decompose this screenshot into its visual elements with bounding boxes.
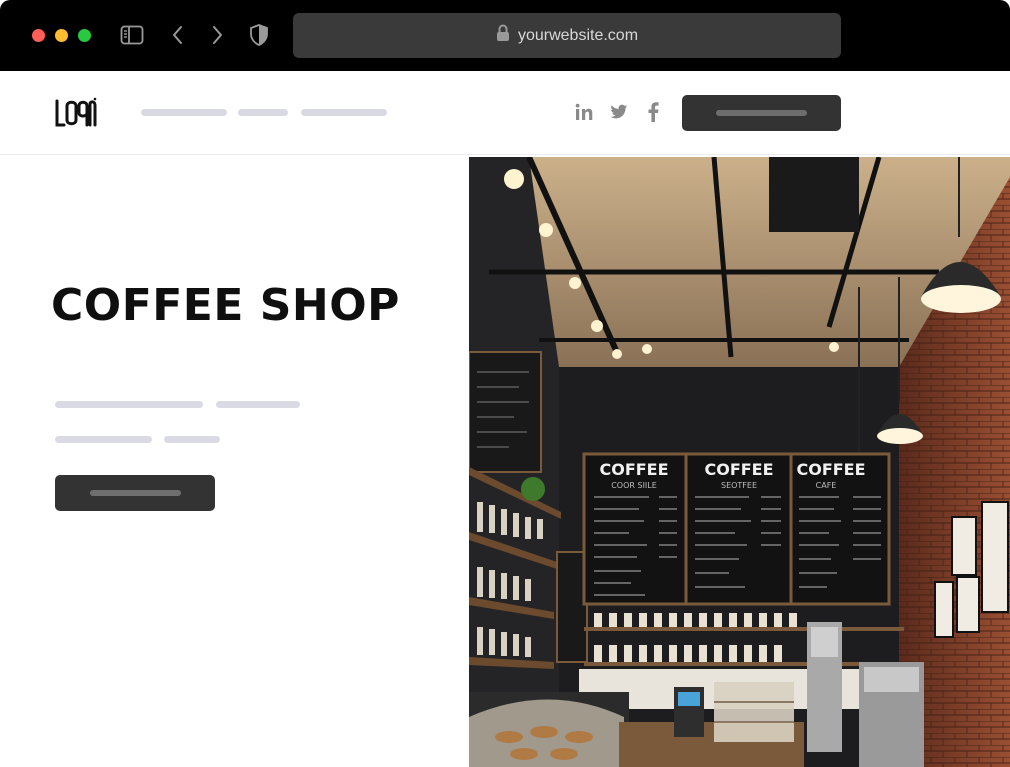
hero-text-line-2: [216, 401, 300, 408]
logo[interactable]: [54, 96, 98, 130]
menu-board-3-heading: COFFEE: [796, 460, 865, 479]
lock-icon: [496, 24, 510, 47]
url-text: yourwebsite.com: [517, 26, 639, 44]
hero-text-line-3: [55, 436, 152, 443]
sidebar-icon[interactable]: [119, 22, 145, 48]
maximize-window-button[interactable]: [78, 29, 91, 42]
browser-toolbar: yourwebsite.com: [0, 0, 1010, 71]
nav-link-1[interactable]: [141, 109, 227, 116]
close-window-button[interactable]: [32, 29, 45, 42]
shield-icon[interactable]: [246, 22, 272, 48]
hero-title: COFFEE SHOP: [51, 280, 400, 331]
hero-cta-label-placeholder: [90, 490, 181, 496]
site-header: [0, 71, 1010, 155]
back-icon[interactable]: [165, 22, 191, 48]
menu-board-2-subheading: SEOTFEE: [721, 481, 757, 490]
linkedin-icon[interactable]: [573, 101, 595, 123]
address-bar[interactable]: yourwebsite.com: [293, 13, 841, 58]
header-cta-button[interactable]: [682, 95, 841, 131]
nav-link-2[interactable]: [238, 109, 288, 116]
menu-board-3-subheading: CAFE: [816, 481, 837, 490]
hero-text-line-1: [55, 401, 203, 408]
menu-board-2-heading: COFFEE: [704, 460, 773, 479]
hero-cta-button[interactable]: [55, 475, 215, 511]
nav-link-3[interactable]: [301, 109, 387, 116]
hero-image-coffee-shop: COFFEE COOR SIILE COFFEE SEOTFEE COFFEE …: [469, 157, 1010, 767]
header-cta-label-placeholder: [716, 110, 807, 116]
forward-icon[interactable]: [204, 22, 230, 48]
facebook-icon[interactable]: [642, 101, 664, 123]
menu-board-1-heading: COFFEE: [599, 460, 668, 479]
hero-text-line-4: [164, 436, 220, 443]
twitter-icon[interactable]: [608, 101, 630, 123]
minimize-window-button[interactable]: [55, 29, 68, 42]
menu-board-1-subheading: COOR SIILE: [611, 481, 657, 490]
